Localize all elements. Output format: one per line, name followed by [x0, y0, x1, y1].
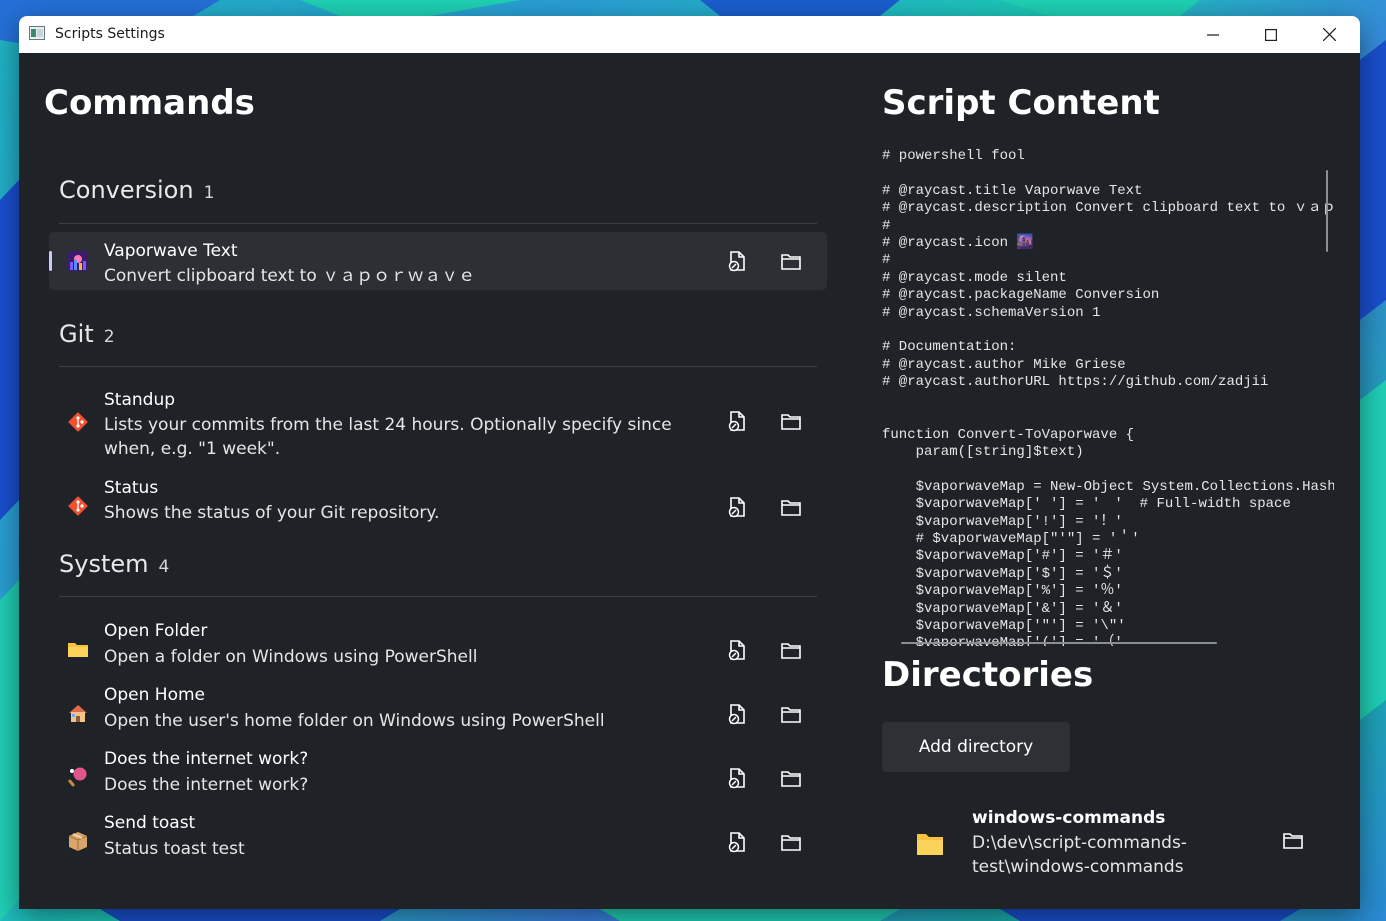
command-description: Shows the status of your Git repository. — [104, 503, 440, 523]
minimize-icon — [1207, 33, 1219, 36]
group-name: System — [59, 550, 149, 578]
open-folder-icon[interactable] — [780, 639, 802, 661]
open-folder-icon[interactable] — [780, 250, 802, 272]
open-folder-icon[interactable] — [780, 831, 802, 853]
command-description: Convert clipboard text to ｖａｐｏｒｗａｖｅ — [104, 266, 476, 286]
command-row-status[interactable]: Status Shows the status of your Git repo… — [49, 473, 827, 529]
scripts-settings-window: Scripts Settings Commands Conversion 1 V… — [19, 16, 1360, 909]
script-content-heading: Script Content — [882, 83, 1160, 123]
vaporwave-icon — [68, 251, 88, 271]
maximize-button[interactable] — [1242, 16, 1300, 53]
directory-name: windows-commands — [972, 808, 1166, 828]
minimize-button[interactable] — [1184, 16, 1242, 53]
command-description: Open a folder on Windows using PowerShel… — [104, 647, 478, 667]
command-title: Send toast — [104, 813, 196, 833]
close-button[interactable] — [1300, 16, 1358, 53]
divider — [59, 223, 817, 224]
command-row-standup[interactable]: Standup Lists your commits from the last… — [49, 383, 827, 463]
package-icon — [68, 832, 88, 851]
house-icon — [69, 705, 87, 722]
group-name: Git — [59, 320, 94, 348]
command-description: Lists your commits from the last 24 hour… — [104, 415, 672, 459]
command-title: Open Folder — [104, 621, 208, 641]
edit-script-icon[interactable] — [726, 410, 748, 432]
group-count: 4 — [158, 557, 170, 577]
ping-pong-icon — [68, 767, 87, 787]
command-row-open-home[interactable]: Open Home Open the user's home folder on… — [49, 680, 827, 736]
command-row-open-folder[interactable]: Open Folder Open a folder on Windows usi… — [49, 616, 827, 672]
edit-script-icon[interactable] — [726, 703, 748, 725]
directory-path: D:\dev\script-commands-test\windows-comm… — [972, 833, 1187, 877]
command-title: Status — [104, 478, 159, 498]
edit-script-icon[interactable] — [726, 250, 748, 272]
command-row-does-the-internet-work[interactable]: Does the internet work? Does the interne… — [49, 744, 827, 800]
edit-script-icon[interactable] — [726, 639, 748, 661]
group-name: Conversion — [59, 176, 194, 204]
add-directory-button[interactable]: Add directory — [882, 722, 1070, 772]
open-folder-icon[interactable] — [780, 410, 802, 432]
group-count: 2 — [103, 327, 115, 347]
close-icon — [1322, 28, 1336, 41]
window-title: Scripts Settings — [55, 26, 165, 42]
command-description: Does the internet work? — [104, 775, 309, 795]
maximize-icon — [1265, 28, 1277, 41]
horizontal-scrollbar[interactable] — [901, 642, 1217, 644]
folder-icon — [917, 834, 943, 855]
folder-icon — [68, 643, 88, 657]
command-title: Open Home — [104, 685, 206, 705]
edit-script-icon[interactable] — [726, 831, 748, 853]
main-content: Commands Conversion 1 Vaporwave Text Conv… — [19, 53, 1360, 909]
command-row-vaporwave-text[interactable]: Vaporwave Text Convert clipboard text to… — [49, 232, 827, 290]
command-row-send-toast[interactable]: Send toast Status toast test — [49, 808, 827, 864]
group-header-git: Git 2 — [59, 320, 115, 348]
open-folder-icon[interactable] — [780, 496, 802, 518]
divider — [59, 366, 817, 367]
command-title: Vaporwave Text — [104, 241, 238, 261]
edit-script-icon[interactable] — [726, 496, 748, 518]
command-title: Standup — [104, 390, 176, 410]
command-description: Status toast test — [104, 839, 245, 859]
title-bar[interactable]: Scripts Settings — [19, 16, 1360, 53]
group-count: 1 — [203, 183, 215, 203]
open-folder-icon[interactable] — [1282, 829, 1304, 851]
divider — [59, 596, 817, 597]
command-title: Does the internet work? — [104, 749, 309, 769]
group-header-conversion: Conversion 1 — [59, 176, 214, 204]
app-icon — [29, 26, 45, 40]
group-header-system: System 4 — [59, 550, 169, 578]
git-icon — [68, 412, 88, 432]
commands-heading: Commands — [44, 83, 255, 123]
command-description: Open the user's home folder on Windows u… — [104, 711, 605, 731]
open-folder-icon[interactable] — [780, 703, 802, 725]
vertical-scrollbar[interactable] — [1326, 170, 1328, 252]
edit-script-icon[interactable] — [726, 767, 748, 789]
open-folder-icon[interactable] — [780, 767, 802, 789]
selection-indicator — [49, 251, 52, 271]
git-icon — [68, 496, 88, 516]
directories-heading: Directories — [882, 655, 1094, 695]
script-content-viewer[interactable]: # powershell fool # @raycast.title Vapor… — [882, 148, 1334, 646]
